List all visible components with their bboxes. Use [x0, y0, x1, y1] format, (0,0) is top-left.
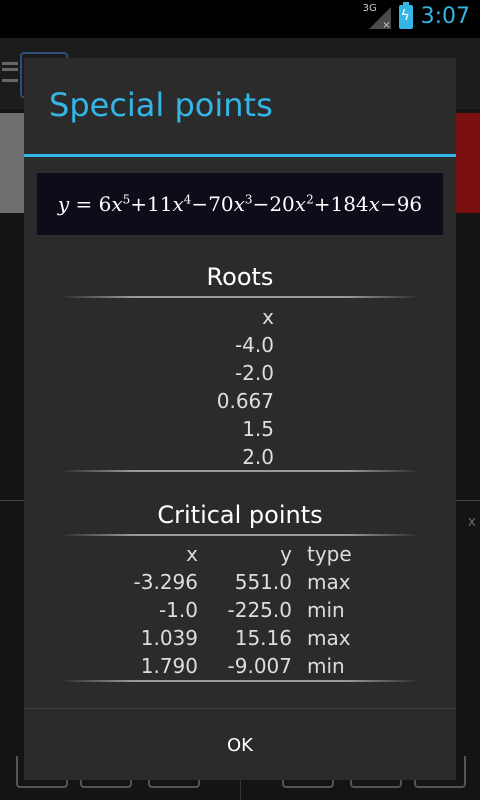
roots-divider: [60, 296, 420, 298]
formula-lhs: y: [57, 192, 70, 216]
roots-heading: Roots: [206, 263, 274, 291]
column-header-x: x: [186, 542, 198, 566]
critical-point-type: min: [307, 654, 345, 678]
critical-point-y: -225.0: [227, 598, 292, 622]
critical-point-x: -3.296: [133, 570, 198, 594]
critical-points-heading: Critical points: [157, 501, 323, 529]
network-type-label: 3G: [362, 2, 377, 14]
menu-icon: [2, 62, 18, 82]
formula-term: +184x: [313, 192, 380, 216]
critical-points-bottom-divider: [60, 680, 420, 682]
critical-point-y: 15.16: [234, 626, 292, 650]
signal-icon: 3G ×: [363, 3, 391, 31]
polynomial-formula: y = 6x5+11x4−70x3−20x2+184x−96: [58, 192, 422, 216]
column-header-y: y: [280, 542, 292, 566]
critical-point-type: max: [307, 570, 351, 594]
critical-point-x: 1.790: [140, 654, 198, 678]
roots-table: x -4.0 -2.0 0.667 1.5 2.0: [154, 303, 274, 471]
formula-term: −96: [379, 192, 423, 216]
root-value: 0.667: [216, 389, 274, 413]
root-value: -2.0: [234, 361, 274, 385]
formula-term: −70x3: [191, 192, 253, 216]
critical-point-y: 551.0: [234, 570, 292, 594]
special-points-dialog: Special points y = 6x5+11x4−70x3−20x2+18…: [24, 58, 456, 780]
status-icons: 3G × ϟ 3:07: [363, 1, 470, 31]
title-divider: [24, 154, 456, 157]
formula-term: +11x4: [130, 192, 192, 216]
column-header-type: type: [307, 542, 352, 566]
critical-point-x: -1.0: [158, 598, 198, 622]
critical-points-header-row: x y type: [24, 540, 456, 568]
root-value: 2.0: [242, 445, 274, 469]
critical-point-row: -3.296 551.0 max: [24, 568, 456, 596]
dialog-title: Special points: [49, 86, 273, 124]
critical-point-y: -9.007: [227, 654, 292, 678]
critical-points-divider: [60, 534, 420, 536]
roots-column-header: x: [262, 305, 274, 329]
critical-point-row: 1.039 15.16 max: [24, 624, 456, 652]
dialog-button-bar: OK: [24, 708, 456, 781]
battery-charging-icon: ϟ: [398, 1, 413, 29]
critical-point-type: max: [307, 626, 351, 650]
formula-equals: =: [69, 192, 99, 216]
roots-bottom-divider: [60, 470, 420, 472]
graph-x-axis-label: x: [467, 514, 476, 530]
root-value: -4.0: [234, 333, 274, 357]
no-data-mark: ×: [382, 19, 391, 31]
formula-box: y = 6x5+11x4−70x3−20x2+184x−96: [37, 173, 443, 235]
status-bar: 3G × ϟ 3:07: [0, 0, 480, 38]
formula-term: −20x2: [252, 192, 314, 216]
critical-point-type: min: [307, 598, 345, 622]
critical-point-row: -1.0 -225.0 min: [24, 596, 456, 624]
formula-term: 6x5: [98, 192, 131, 216]
critical-point-row: 1.790 -9.007 min: [24, 652, 456, 680]
root-value: 1.5: [242, 417, 274, 441]
critical-point-x: 1.039: [140, 626, 198, 650]
ok-button[interactable]: OK: [24, 709, 456, 781]
clock: 3:07: [420, 4, 470, 29]
